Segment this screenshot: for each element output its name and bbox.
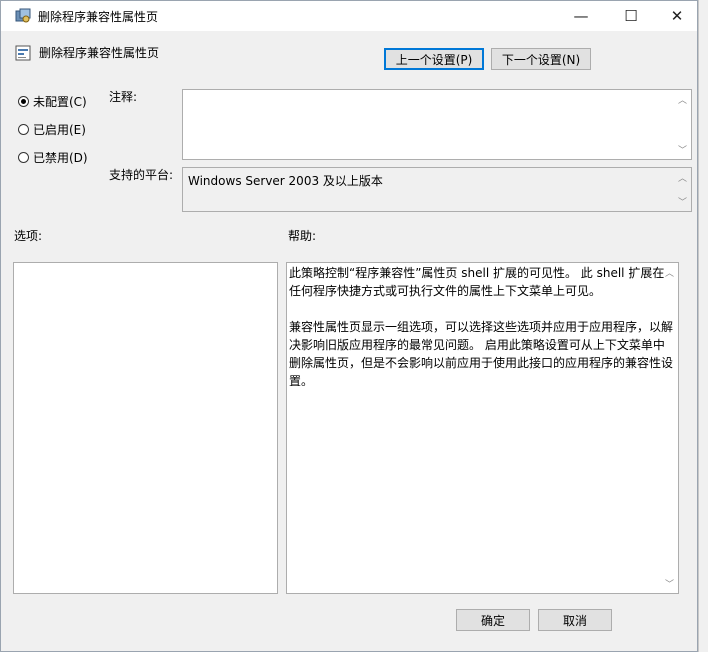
help-paragraph: 兼容性属性页显示一组选项，可以选择这些选项并应用于应用程序，以解决影响旧版应用程… [289, 320, 674, 388]
radio-label: 未配置(C) [33, 95, 87, 109]
options-label: 选项: [14, 229, 43, 243]
scroll-up-icon[interactable]: ︿ [678, 93, 687, 106]
close-button[interactable]: ✕ [654, 1, 700, 31]
platform-value: Windows Server 2003 及以上版本 [188, 174, 383, 188]
options-panel [13, 262, 278, 594]
platform-label: 支持的平台: [109, 168, 174, 182]
maximize-button[interactable]: ☐ [608, 1, 654, 31]
radio-enabled[interactable]: 已启用(E) [18, 121, 86, 138]
radio-indicator[interactable] [18, 152, 29, 163]
background-window-strip [698, 0, 708, 652]
scroll-down-icon[interactable]: ﹀ [665, 577, 674, 590]
policy-name-heading: 删除程序兼容性属性页 [39, 46, 160, 60]
group-policy-icon [15, 8, 31, 23]
minimize-button[interactable]: — [558, 1, 604, 31]
help-paragraph: 此策略控制“程序兼容性”属性页 shell 扩展的可见性。 此 shell 扩展… [289, 266, 665, 298]
radio-indicator[interactable] [18, 96, 29, 107]
scroll-down-icon[interactable]: ﹀ [678, 195, 687, 208]
scroll-up-icon[interactable]: ︿ [678, 171, 687, 184]
platform-field: Windows Server 2003 及以上版本 ︿ ﹀ [182, 167, 692, 212]
platform-scrollbar[interactable]: ︿ ﹀ [675, 168, 691, 211]
radio-indicator[interactable] [18, 124, 29, 135]
next-setting-button[interactable]: 下一个设置(N) [491, 48, 591, 70]
window-title: 删除程序兼容性属性页 [38, 10, 159, 24]
help-label: 帮助: [288, 229, 317, 243]
scroll-down-icon[interactable]: ﹀ [678, 143, 687, 156]
cancel-button[interactable]: 取消 [538, 609, 612, 631]
ok-button[interactable]: 确定 [456, 609, 530, 631]
comment-textarea[interactable]: ︿ ﹀ [182, 89, 692, 160]
help-text: 此策略控制“程序兼容性”属性页 shell 扩展的可见性。 此 shell 扩展… [289, 264, 675, 408]
comment-scrollbar[interactable]: ︿ ﹀ [675, 90, 691, 159]
title-bar[interactable]: 删除程序兼容性属性页 — ☐ ✕ [1, 1, 697, 31]
policy-dialog: 删除程序兼容性属性页 — ☐ ✕ 删除程序兼容性属性页 上一个设置(P) 下一个… [0, 0, 698, 652]
previous-setting-button[interactable]: 上一个设置(P) [384, 48, 484, 70]
radio-disabled[interactable]: 已禁用(D) [18, 149, 88, 166]
radio-not-configured[interactable]: 未配置(C) [18, 93, 87, 110]
radio-label: 已禁用(D) [33, 151, 88, 165]
radio-label: 已启用(E) [33, 123, 86, 137]
policy-setting-icon [15, 45, 31, 61]
comment-label: 注释: [109, 90, 138, 104]
